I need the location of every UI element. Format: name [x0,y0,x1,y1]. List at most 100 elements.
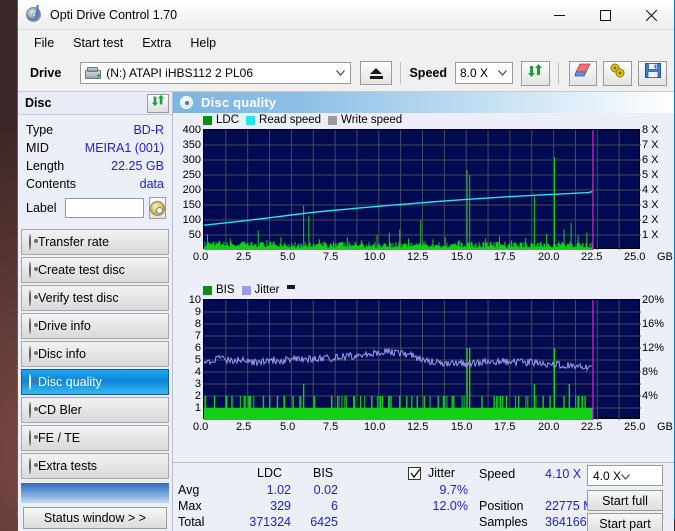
disc-label-input[interactable] [64,198,144,218]
sidebar-item-disc-quality[interactable]: Disc quality [21,369,169,395]
speed-select-value: 8.0 X [459,66,489,80]
menu-start-test[interactable]: Start test [64,33,132,53]
bis-xtick-20: 20.0 [538,421,560,433]
erase-button[interactable] [568,60,598,86]
disc-field-length-value: 22.25 GB [111,159,164,173]
disc-field-mid: MID MEIRA1 (001) [26,139,164,157]
bis-xtick-22_5: 22.5 [581,421,603,433]
menu-bar: File Start test Extra Help [18,30,674,55]
drive-select[interactable]: (N:) ATAPI iHBS112 2 PL06 [80,62,351,84]
ldc-ytick-150: 150 [182,199,201,211]
sidebar-item-fe-te[interactable]: FE / TE [21,425,169,451]
toolbar: Drive (N:) ATAPI iHBS112 2 PL06 Speed 8.… [18,55,674,92]
app-icon [26,4,43,23]
ldc-chart[interactable]: LDC Read speed Write speed 400 350 300 2… [173,113,675,273]
ldc-xtick-15: 15.0 [451,251,473,263]
toolbar-divider-1 [400,62,402,84]
stats-samples-value: 364166 [545,515,587,529]
eject-button[interactable] [359,61,393,85]
statistics-panel: LDC BIS Avg Max Total 1.02 329 371324 0.… [173,462,674,531]
ldc-xtick-22_5: 22.5 [581,251,603,263]
ldc-ytick-400: 400 [182,124,201,136]
ldc-xtick-25: 25.0 [624,251,646,263]
gear-icon [29,458,31,474]
menu-extra[interactable]: Extra [133,33,180,53]
sidebar-item-drive-info[interactable]: Drive info [21,313,169,339]
ldc-y2tick-8x: 8 X [642,124,659,136]
stats-header-bis: BIS [313,466,334,480]
ldc-xtick-5: 5.0 [280,251,296,263]
start-full-button[interactable]: Start full [587,490,663,511]
disc-label-caption: Label [26,201,57,215]
ldc-ytick-350: 350 [182,139,201,151]
content-area: Disc Type BD-R MID MEIRA1 (001) Length 2… [18,92,674,531]
ldc-xlabel: GB [657,251,673,263]
sidebar-item-verify-test-disc[interactable]: Verify test disc [21,285,169,311]
bis-jitter-chart[interactable]: BIS Jitter 10 9 8 7 6 5 4 3 2 1 20% 16% … [173,283,675,443]
application-window: Opti Drive Control 1.70 File Start test … [17,0,675,531]
bis-xtick-12_5: 12.5 [407,421,429,433]
bis-ytick-7: 7 [194,330,201,342]
main-panel: Disc quality LDC Read speed Write speed … [173,92,674,531]
bis-xtick-10: 10.0 [364,421,386,433]
legend-label-bis: BIS [216,284,235,296]
close-button[interactable] [628,0,674,30]
bis-ytick-4: 4 [194,366,201,378]
jitter-checkbox[interactable] [408,467,421,480]
stats-row-avg-label: Avg [178,483,200,497]
disc-field-contents-value: data [139,177,164,191]
sidebar-item-disc-info[interactable]: Disc info [21,341,169,367]
legend-swatch-read-speed [246,115,256,125]
tools-button[interactable] [603,60,633,86]
sidebar-item-cd-bler[interactable]: CD Bler [21,397,169,423]
legend-extra-marker [287,285,296,289]
speed-select[interactable]: 8.0 X [454,62,513,84]
disc-refresh-button[interactable] [147,93,169,113]
sidebar-item-label: Drive info [38,319,91,333]
status-window-button[interactable]: Status window > > [23,507,167,529]
disc-label-row: Label [26,197,166,219]
test-speed-select[interactable]: 4.0 X [587,465,663,486]
legend-swatch-jitter [241,285,251,295]
ldc-xtick-20: 20.0 [538,251,560,263]
ldc-ytick-250: 250 [182,169,201,181]
bis-plot-area[interactable] [203,299,641,420]
ldc-xtick-0: 0.0 [193,251,209,263]
maximize-button[interactable] [582,0,628,30]
start-part-button[interactable]: Start part [587,513,663,531]
gear-icon [29,430,31,446]
menu-file[interactable]: File [25,33,63,53]
disc-info: Type BD-R MID MEIRA1 (001) Length 22.25 … [18,115,172,223]
save-button[interactable] [638,60,667,86]
sidebar-item-label: Verify test disc [38,291,119,305]
ldc-y2tick-2x: 2 X [642,214,659,226]
sidebar-item-create-test-disc[interactable]: Create test disc [21,257,169,283]
disc-field-mid-value: MEIRA1 (001) [84,141,164,155]
legend-swatch-bis [203,285,212,295]
drive-label: Drive [30,66,62,80]
bis-ytick-10: 10 [188,294,201,306]
disc-label-button[interactable] [148,197,166,219]
sidebar-accent-bar [21,483,169,503]
ldc-xtick-7_5: 7.5 [323,251,339,263]
minimize-button[interactable] [536,0,582,30]
window-controls [536,0,674,30]
ldc-y2tick-1x: 1 X [642,229,659,241]
sidebar-item-label: Extra tests [38,459,98,473]
legend-label-read-speed: Read speed [259,114,322,126]
sidebar-item-transfer-rate[interactable]: Transfer rate [21,229,169,255]
ldc-xtick-2_5: 2.5 [236,251,252,263]
menu-help[interactable]: Help [181,33,225,53]
window-title: Opti Drive Control 1.70 [50,7,178,22]
ldc-ytick-200: 200 [182,184,201,196]
main-header: Disc quality [173,92,674,113]
stats-speed-label: Speed [479,467,516,481]
ldc-plot-area[interactable] [203,129,641,250]
stats-bis-max: 6 [331,499,338,513]
sidebar-item-extra-tests[interactable]: Extra tests [21,453,169,479]
disc-field-type-label: Type [26,123,54,137]
eraser-icon [574,63,592,83]
nav-list: Transfer rate Create test disc Verify te… [18,229,172,479]
refresh-button[interactable] [520,60,550,86]
ldc-chart-legend: LDC Read speed Write speed [203,114,402,126]
